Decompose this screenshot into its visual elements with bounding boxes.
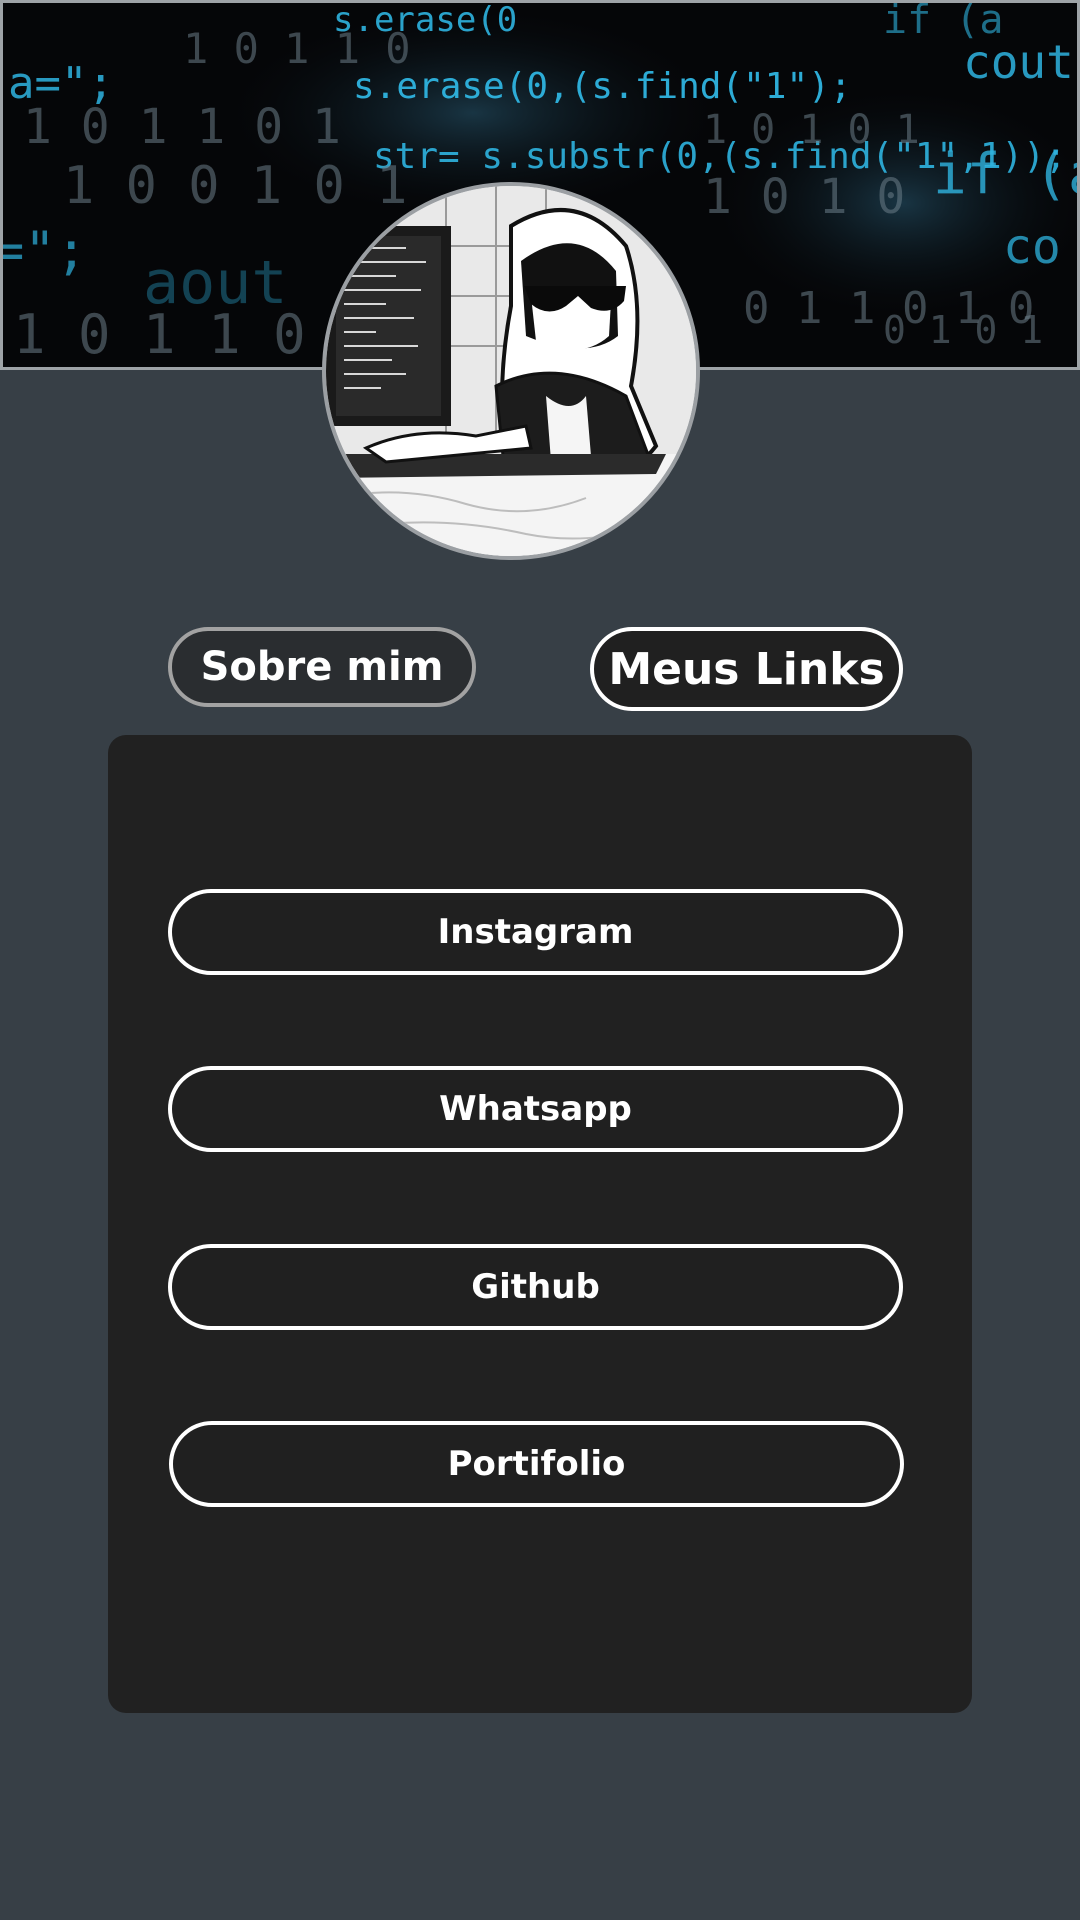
github-button[interactable]: Github bbox=[168, 1244, 903, 1330]
tab-about-label: Sobre mim bbox=[200, 644, 444, 690]
svg-text:s.erase(0,(s.find("1");: s.erase(0,(s.find("1"); bbox=[353, 66, 852, 107]
svg-text:1 0 0 1 0 1: 1 0 0 1 0 1 bbox=[63, 156, 407, 216]
svg-text:co: co bbox=[1003, 219, 1061, 275]
svg-text:1 0 1 0 1: 1 0 1 0 1 bbox=[703, 107, 920, 153]
page: s.erase(0 s.erase(0,(s.find("1"); str= s… bbox=[0, 0, 1080, 1920]
svg-text:if (a: if (a bbox=[883, 3, 1003, 43]
portfolio-button[interactable]: Portifolio bbox=[169, 1421, 904, 1507]
instagram-button-label: Instagram bbox=[437, 912, 634, 952]
portfolio-button-label: Portifolio bbox=[447, 1444, 626, 1484]
svg-text:1 0 1 1 0: 1 0 1 1 0 bbox=[183, 24, 411, 73]
links-card bbox=[108, 735, 972, 1713]
svg-text:1 0 1 0: 1 0 1 0 bbox=[703, 169, 905, 225]
svg-text:cout: cout bbox=[963, 35, 1074, 89]
svg-text:=";: ="; bbox=[3, 221, 87, 281]
tab-links-label: Meus Links bbox=[608, 643, 885, 695]
avatar bbox=[322, 182, 700, 560]
whatsapp-button[interactable]: Whatsapp bbox=[168, 1066, 903, 1152]
instagram-button[interactable]: Instagram bbox=[168, 889, 903, 975]
tab-about[interactable]: Sobre mim bbox=[168, 627, 476, 707]
tab-links[interactable]: Meus Links bbox=[590, 627, 903, 711]
svg-text:if (a=: if (a= bbox=[933, 142, 1077, 207]
whatsapp-button-label: Whatsapp bbox=[439, 1089, 632, 1129]
github-button-label: Github bbox=[471, 1267, 600, 1307]
svg-text:0 1 0 1: 0 1 0 1 bbox=[883, 308, 1043, 352]
svg-text:1 0 1 1 0 1: 1 0 1 1 0 1 bbox=[23, 99, 341, 155]
